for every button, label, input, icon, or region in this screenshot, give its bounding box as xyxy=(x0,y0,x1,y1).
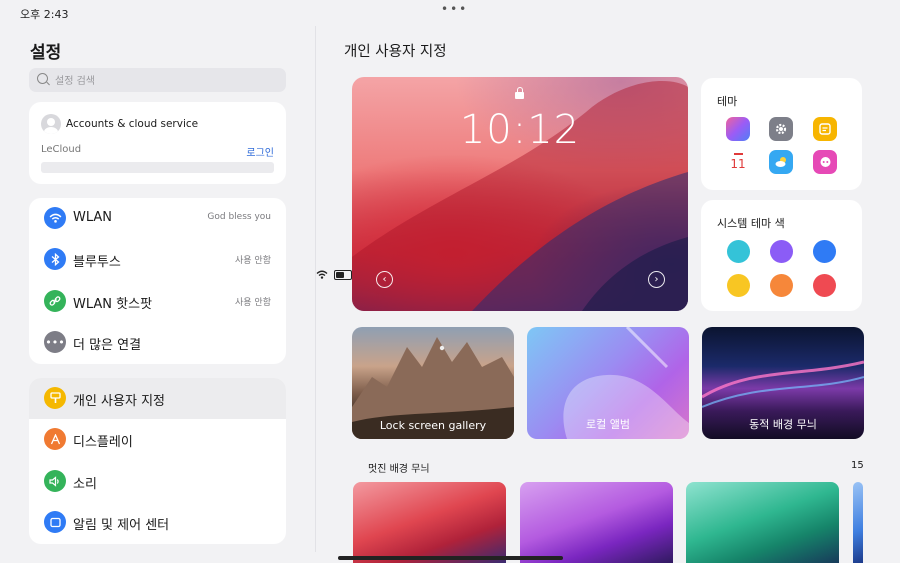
sidebar-item-label: WLAN xyxy=(73,210,113,225)
personalization-panel: 개인 사용자 지정 10:12 ‹ › 테마 11 시스템 테마 색 Lock … xyxy=(316,26,900,563)
sidebar-item-sound[interactable]: 소리 xyxy=(29,461,286,502)
status-time: 오후 2:43 xyxy=(20,8,69,21)
assistant-app-icon xyxy=(813,150,837,174)
wifi-icon xyxy=(44,207,66,229)
login-link[interactable]: 로그인 xyxy=(246,144,274,159)
system-theme-color-card: 시스템 테마 색 xyxy=(701,200,862,311)
bluetooth-icon xyxy=(44,248,66,270)
sidebar-item-personalization[interactable]: 개인 사용자 지정 xyxy=(29,378,286,419)
personalization-icon xyxy=(44,387,66,409)
color-swatch-purple[interactable] xyxy=(770,240,793,263)
display-icon xyxy=(44,428,66,450)
wallpapers-count[interactable]: 15 xyxy=(851,460,864,471)
notes-app-icon xyxy=(813,117,837,141)
personalization-card: 개인 사용자 지정 디스플레이 소리 알림 및 제어 센터 xyxy=(29,378,286,544)
connections-card: WLAN God bless you 블루투스 사용 안함 WLAN 핫스팟 사… xyxy=(29,198,286,364)
account-card[interactable]: Accounts & cloud service LeCloud 로그인 xyxy=(29,102,286,184)
prev-wallpaper-button[interactable]: ‹ xyxy=(376,271,393,288)
settings-title: 설정 xyxy=(30,43,62,63)
system-theme-color-label: 시스템 테마 색 xyxy=(717,217,785,230)
color-swatch-red[interactable] xyxy=(813,274,836,297)
cloud-service-name: LeCloud xyxy=(41,144,82,155)
calendar-app-icon: 11 xyxy=(726,150,750,174)
sidebar-item-value: 사용 안함 xyxy=(235,298,271,308)
sidebar-item-label: 개인 사용자 지정 xyxy=(73,394,165,409)
account-title: Accounts & cloud service xyxy=(66,118,199,130)
sidebar-item-value: God bless you xyxy=(207,212,271,222)
notification-icon xyxy=(44,511,66,533)
search-icon xyxy=(37,73,48,84)
search-input[interactable] xyxy=(53,72,277,90)
theme-label: 테마 xyxy=(717,95,738,108)
theme-card[interactable]: 테마 11 xyxy=(701,78,862,190)
wallpaper-thumb-purple[interactable] xyxy=(520,482,673,563)
sidebar-item-notifications[interactable]: 알림 및 제어 센터 xyxy=(29,502,286,543)
settings-app-icon xyxy=(769,117,793,141)
tile-label: 동적 배경 무늬 xyxy=(749,418,817,431)
avatar xyxy=(41,114,61,134)
hotspot-icon xyxy=(44,290,66,312)
sidebar-item-wlan[interactable]: WLAN God bless you xyxy=(29,198,286,239)
sidebar-item-label: 알림 및 제어 센터 xyxy=(73,518,170,533)
dynamic-wallpaper-tile[interactable]: 동적 배경 무늬 xyxy=(702,327,864,439)
color-swatch-orange[interactable] xyxy=(770,274,793,297)
color-swatch-blue[interactable] xyxy=(813,240,836,263)
lockscreen-preview[interactable]: 10:12 ‹ › xyxy=(352,77,688,311)
sidebar-item-label: 디스플레이 xyxy=(73,435,133,450)
more-icon: ••• xyxy=(44,331,66,353)
wallpapers-label: 멋진 배경 무늬 xyxy=(368,464,430,475)
page-title: 개인 사용자 지정 xyxy=(344,44,447,60)
color-swatch-cyan[interactable] xyxy=(727,240,750,263)
home-indicator[interactable] xyxy=(338,556,563,560)
settings-panel: 설정 Accounts & cloud service LeCloud 로그인 … xyxy=(0,26,315,563)
settings-search-bar[interactable] xyxy=(29,68,286,92)
wallpaper-thumb-green[interactable] xyxy=(686,482,839,563)
sidebar-item-label: WLAN 핫스팟 xyxy=(73,297,153,312)
weather-app-icon xyxy=(769,150,793,174)
sound-icon xyxy=(44,470,66,492)
calendar-day: 11 xyxy=(730,157,746,171)
color-swatch-yellow[interactable] xyxy=(727,274,750,297)
lock-icon xyxy=(515,87,524,99)
sidebar-item-bluetooth[interactable]: 블루투스 사용 안함 xyxy=(29,239,286,280)
sidebar-item-display[interactable]: 디스플레이 xyxy=(29,419,286,460)
sidebar-item-value: 사용 안함 xyxy=(235,256,271,266)
gallery-app-icon xyxy=(726,117,750,141)
storage-bar xyxy=(41,162,274,173)
status-bar: 오후 2:43 ••• xyxy=(0,0,900,280)
sidebar-item-label: 블루투스 xyxy=(73,255,121,270)
lock-screen-gallery-tile[interactable]: Lock screen gallery xyxy=(352,327,514,439)
sidebar-item-more-connections[interactable]: ••• 더 많은 연결 xyxy=(29,322,286,363)
tile-label: Lock screen gallery xyxy=(379,419,487,432)
local-album-tile[interactable]: 로컬 앨범 xyxy=(527,327,689,439)
sidebar-item-hotspot[interactable]: WLAN 핫스팟 사용 안함 xyxy=(29,281,286,322)
lockscreen-clock: 10:12 xyxy=(459,107,581,153)
wallpaper-thumb-red[interactable] xyxy=(353,482,506,563)
sidebar-item-label: 더 많은 연결 xyxy=(73,338,142,353)
next-wallpaper-button[interactable]: › xyxy=(648,271,665,288)
tile-label: 로컬 앨범 xyxy=(586,418,630,431)
wallpaper-thumb-blue[interactable] xyxy=(853,482,863,563)
sidebar-item-label: 소리 xyxy=(73,477,97,492)
